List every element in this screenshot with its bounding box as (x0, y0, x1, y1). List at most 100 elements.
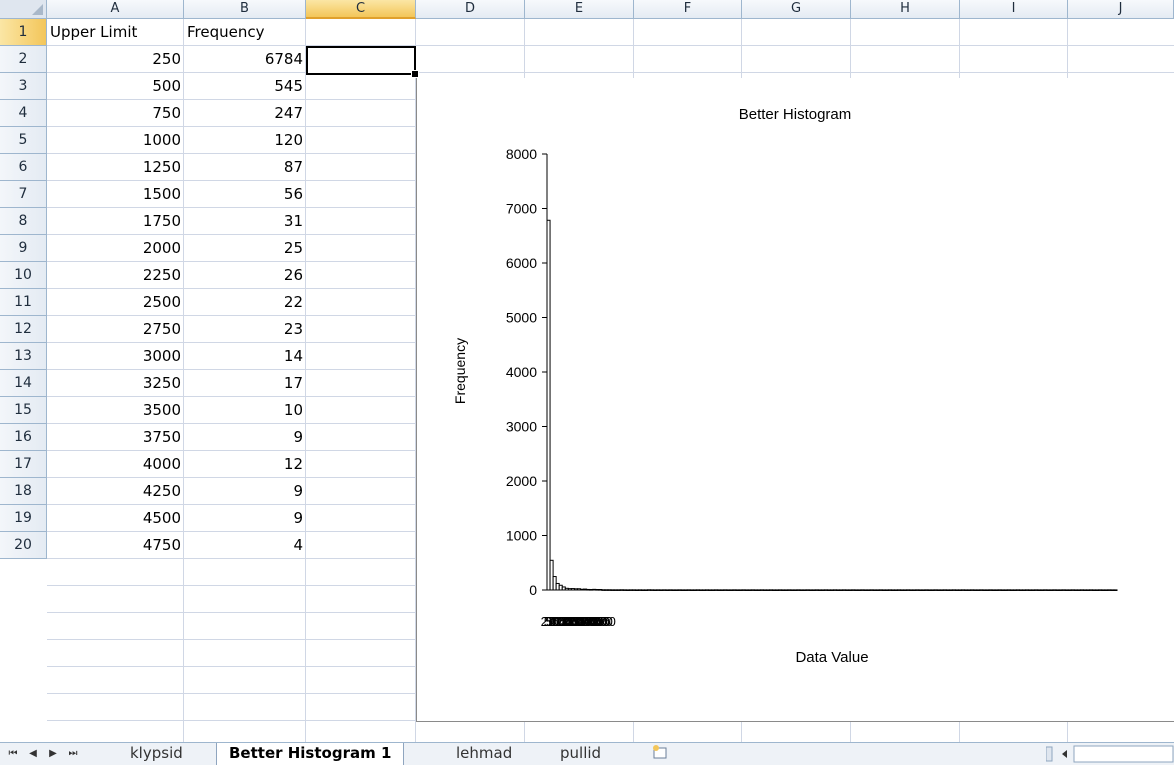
row-header-2[interactable]: 2 (0, 46, 47, 73)
column-header-j[interactable]: J (1068, 0, 1174, 19)
scrollbar-icon (1045, 745, 1174, 763)
cell-b19[interactable]: 9 (184, 505, 306, 532)
row-header-12[interactable]: 12 (0, 316, 47, 343)
new-sheet-icon (653, 745, 667, 759)
fill-handle[interactable] (411, 70, 419, 78)
chart-plot: Better Histogram 0 1000 2000 3000 4000 5000 600… (452, 106, 1118, 666)
y-tick-label: 7000 (506, 201, 537, 217)
cell-a16[interactable]: 3750 (47, 424, 184, 451)
cell-a8[interactable]: 1750 (47, 208, 184, 235)
cell-a18[interactable]: 4250 (47, 478, 184, 505)
select-all-corner[interactable] (0, 0, 47, 19)
column-header-h[interactable]: H (851, 0, 960, 19)
sheet-tab-bar: ⏮ ◀ ▶ ⏭ klypsid Better Histogram 1 lehma… (0, 742, 1174, 765)
row-header-5[interactable]: 5 (0, 127, 47, 154)
select-all-icon (32, 4, 43, 15)
row-header-13[interactable]: 13 (0, 343, 47, 370)
cell-b9[interactable]: 25 (184, 235, 306, 262)
cell-b6[interactable]: 87 (184, 154, 306, 181)
cell-a3[interactable]: 500 (47, 73, 184, 100)
cell-b14[interactable]: 17 (184, 370, 306, 397)
cell-b11[interactable]: 22 (184, 289, 306, 316)
column-header-b[interactable]: B (184, 0, 306, 19)
column-header-c[interactable]: C (306, 0, 416, 19)
spreadsheet-grid[interactable]: ABCDEFGHIJ 1 2 3 4 5 6 7 8 9 10 11 12 13 14 15 16 17 18 19… (0, 0, 1174, 742)
cell-b15[interactable]: 10 (184, 397, 306, 424)
cell-a10[interactable]: 2250 (47, 262, 184, 289)
column-header-i[interactable]: I (960, 0, 1068, 19)
cell-a12[interactable]: 2750 (47, 316, 184, 343)
y-tick-label: 8000 (506, 146, 537, 162)
row-header-4[interactable]: 4 (0, 100, 47, 127)
cell-b8[interactable]: 31 (184, 208, 306, 235)
cell-b12[interactable]: 23 (184, 316, 306, 343)
row-header-20[interactable]: 20 (0, 532, 47, 559)
y-tick-label: 3000 (506, 419, 537, 435)
cell-b5[interactable]: 120 (184, 127, 306, 154)
cell-a11[interactable]: 2500 (47, 289, 184, 316)
cell-b1[interactable]: Frequency (184, 19, 306, 46)
row-header-14[interactable]: 14 (0, 370, 47, 397)
column-header-e[interactable]: E (525, 0, 634, 19)
last-sheet-icon[interactable]: ⏭ (64, 745, 82, 763)
row-header-18[interactable]: 18 (0, 478, 47, 505)
cell-a14[interactable]: 3250 (47, 370, 184, 397)
histogram-bar (546, 219, 551, 591)
cell-b20[interactable]: 4 (184, 532, 306, 559)
cell-a4[interactable]: 750 (47, 100, 184, 127)
horizontal-scrollbar[interactable] (1045, 745, 1174, 763)
tab-klypsid[interactable]: klypsid (118, 743, 195, 765)
row-header-17[interactable]: 17 (0, 451, 47, 478)
column-header-g[interactable]: G (742, 0, 851, 19)
y-tick-label: 0 (529, 582, 537, 598)
cell-b18[interactable]: 9 (184, 478, 306, 505)
chart-title: Better Histogram (739, 106, 852, 123)
first-sheet-icon[interactable]: ⏮ (4, 745, 22, 763)
cell-b10[interactable]: 26 (184, 262, 306, 289)
row-header-19[interactable]: 19 (0, 505, 47, 532)
column-header-d[interactable]: D (416, 0, 525, 19)
row-header-6[interactable]: 6 (0, 154, 47, 181)
cell-a6[interactable]: 1250 (47, 154, 184, 181)
y-axis-label: Frequency (452, 338, 468, 404)
cell-a7[interactable]: 1500 (47, 181, 184, 208)
row-header-8[interactable]: 8 (0, 208, 47, 235)
histogram-chart[interactable]: Better Histogram 0 1000 2000 3000 4000 5000 600… (416, 78, 1174, 722)
row-header-7[interactable]: 7 (0, 181, 47, 208)
column-header-f[interactable]: F (634, 0, 742, 19)
cell-b3[interactable]: 545 (184, 73, 306, 100)
row-header-15[interactable]: 15 (0, 397, 47, 424)
cell-a17[interactable]: 4000 (47, 451, 184, 478)
cell-a9[interactable]: 2000 (47, 235, 184, 262)
column-header-a[interactable]: A (47, 0, 184, 19)
cell-a19[interactable]: 4500 (47, 505, 184, 532)
cell-b7[interactable]: 56 (184, 181, 306, 208)
tab-pullid[interactable]: pullid (548, 743, 613, 765)
tab-better-histogram-1[interactable]: Better Histogram 1 (216, 743, 405, 765)
cell-b17[interactable]: 12 (184, 451, 306, 478)
cell-a5[interactable]: 1000 (47, 127, 184, 154)
row-header-11[interactable]: 11 (0, 289, 47, 316)
cell-b2[interactable]: 6784 (184, 46, 306, 73)
cell-a13[interactable]: 3000 (47, 343, 184, 370)
row-header-1[interactable]: 1 (0, 19, 47, 46)
insert-sheet-icon[interactable] (638, 743, 682, 765)
cell-b4[interactable]: 247 (184, 100, 306, 127)
cell-b13[interactable]: 14 (184, 343, 306, 370)
row-header-10[interactable]: 10 (0, 262, 47, 289)
cell-a2[interactable]: 250 (47, 46, 184, 73)
row-header-16[interactable]: 16 (0, 424, 47, 451)
prev-sheet-icon[interactable]: ◀ (24, 745, 42, 763)
cell-b16[interactable]: 9 (184, 424, 306, 451)
cell-a20[interactable]: 4750 (47, 532, 184, 559)
y-tick-label: 2000 (506, 473, 537, 489)
next-sheet-icon[interactable]: ▶ (44, 745, 62, 763)
tab-lehmad[interactable]: lehmad (444, 743, 524, 765)
row-header-9[interactable]: 9 (0, 235, 47, 262)
x-tick-label: 4750 (593, 614, 616, 629)
cell-a15[interactable]: 3500 (47, 397, 184, 424)
row-header-3[interactable]: 3 (0, 73, 47, 100)
active-cell-c1[interactable] (306, 46, 416, 75)
cell-a1[interactable]: Upper Limit (47, 19, 184, 46)
y-tick-label: 1000 (506, 528, 537, 544)
